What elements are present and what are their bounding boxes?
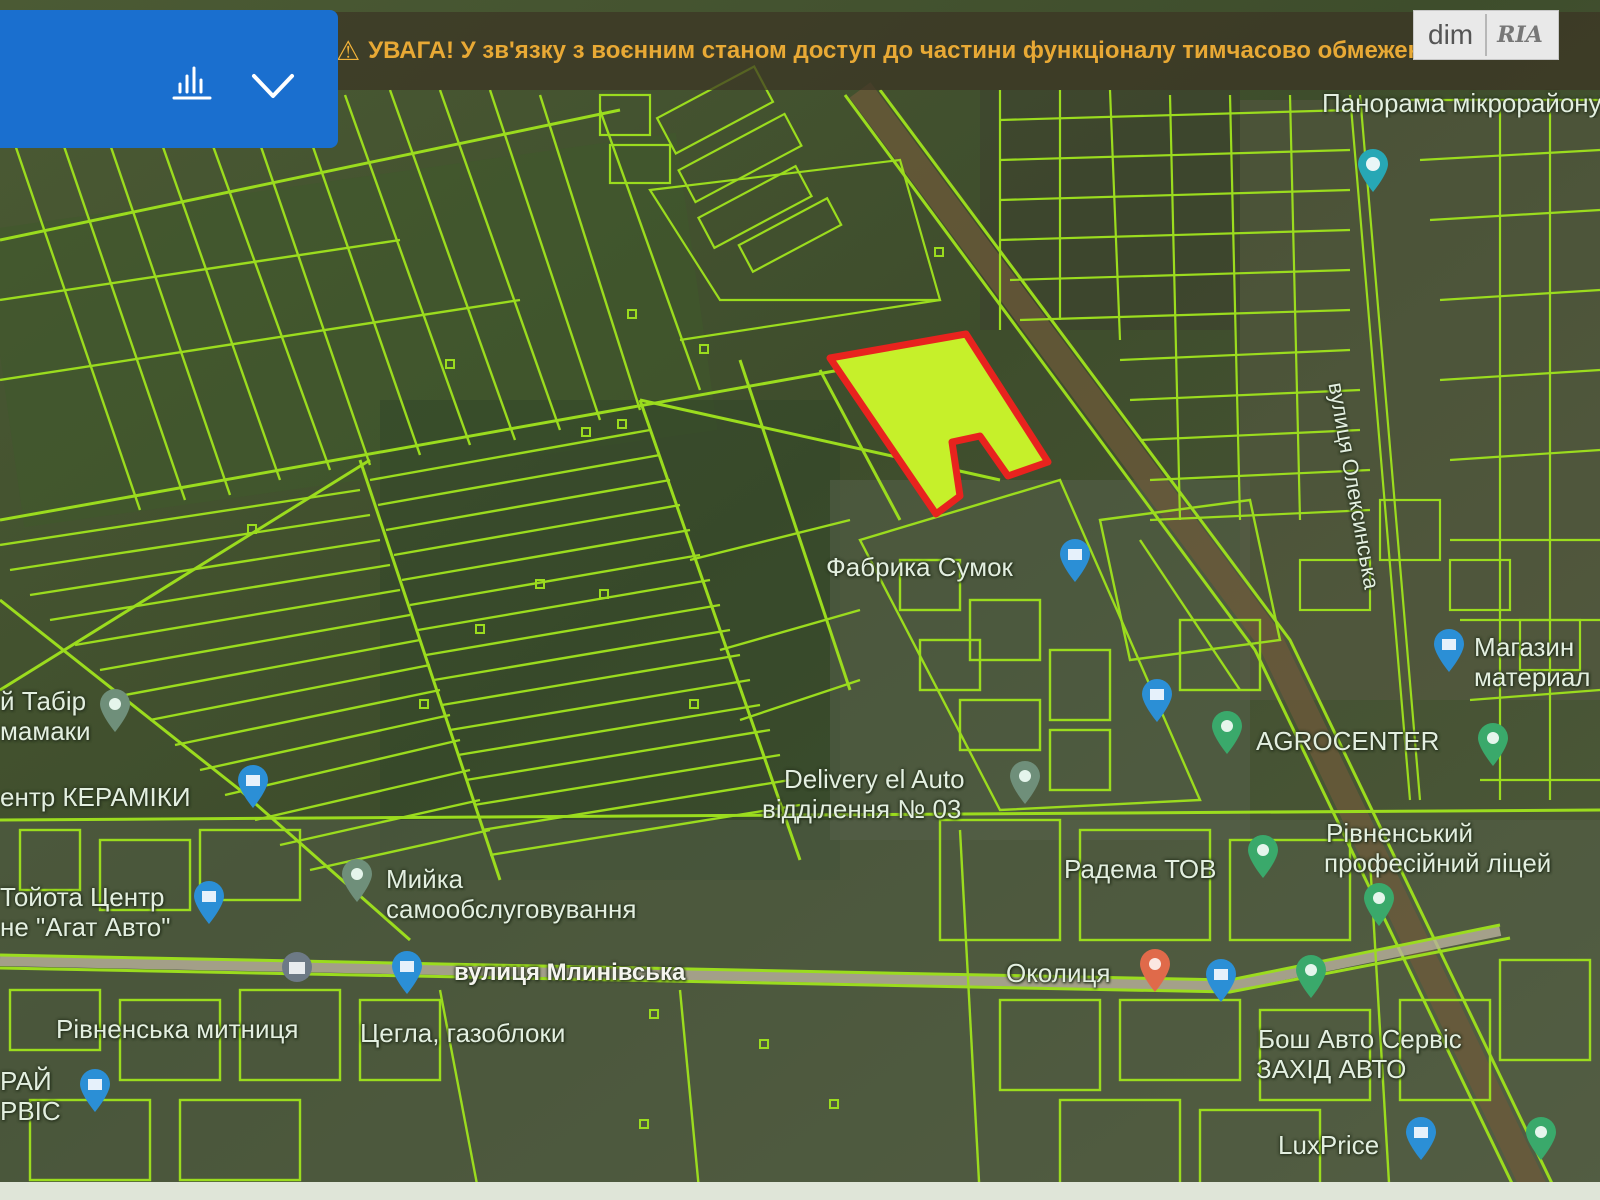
- shopping-bag-pin-icon[interactable]: [1058, 538, 1092, 584]
- label-myika-1: Мийка: [386, 864, 464, 894]
- label-keramiky: ентр КЕРАМІКИ: [0, 782, 191, 812]
- logo-divider: [1485, 14, 1488, 56]
- label-okolytsia: Околиця: [1006, 958, 1111, 988]
- label-agrocenter: AGROCENTER: [1256, 726, 1440, 756]
- shopping-bag-pin-icon[interactable]: [192, 880, 226, 926]
- label-magazyn: Магазин материал: [1474, 632, 1591, 692]
- logo-dim: dim: [1428, 19, 1474, 50]
- label-mytnytsia: Рівненська митниця: [56, 1014, 299, 1044]
- chevron-down-icon[interactable]: [250, 68, 296, 104]
- location-pin-icon[interactable]: [1008, 760, 1042, 806]
- landmark-pin-icon[interactable]: [280, 950, 314, 996]
- warning-triangle-icon: ⚠: [336, 35, 361, 66]
- location-pin-icon[interactable]: [1246, 834, 1280, 880]
- label-toyota-1: Тойота Центр: [0, 882, 165, 912]
- camera-pin-icon[interactable]: [1356, 148, 1390, 194]
- shopping-bag-pin-icon[interactable]: [1432, 628, 1466, 674]
- shopping-bag-pin-icon[interactable]: [236, 764, 270, 810]
- location-pin-icon[interactable]: [340, 858, 374, 904]
- warning-banner: ⚠ УВАГА! У зв'язку з воєнним станом дост…: [330, 12, 1600, 90]
- label-panorama: Панорама мікрорайону Північний: [1322, 88, 1600, 118]
- location-pin-icon[interactable]: [1210, 710, 1244, 756]
- map-tool-panel: [0, 10, 338, 148]
- warning-text: УВАГА! У зв'язку з воєнним станом доступ…: [368, 37, 1437, 64]
- label-myika-2: самообслуговування: [386, 894, 637, 924]
- label-radema: Радема ТОВ: [1064, 854, 1217, 884]
- label-delivery-1: Delivery el Auto: [784, 764, 965, 794]
- label-rai-1: РАЙ: [0, 1066, 52, 1096]
- shopping-bag-pin-icon[interactable]: [78, 1068, 112, 1114]
- location-pin-icon[interactable]: [98, 688, 132, 734]
- shopping-bag-pin-icon[interactable]: [1204, 958, 1238, 1004]
- location-pin-icon[interactable]: [1362, 882, 1396, 928]
- label-rai-2: РВІС: [0, 1096, 61, 1126]
- shopping-bag-pin-icon[interactable]: [1140, 678, 1174, 724]
- label-luxprice: LuxPrice: [1278, 1130, 1380, 1160]
- label-fabryka: Фабрика Сумок: [826, 552, 1013, 582]
- restaurant-pin-icon[interactable]: [1138, 948, 1172, 994]
- label-bosh-2: ЗАХІД АВТО: [1256, 1054, 1407, 1084]
- label-mlynivska-street: вулиця Млинівська: [454, 959, 686, 986]
- location-pin-icon[interactable]: [1476, 722, 1510, 768]
- label-mamaky: мамаки: [0, 716, 91, 746]
- label-delivery-2: відділення № 03: [762, 794, 962, 824]
- label-tsehla: Цегла, газоблоки: [360, 1018, 566, 1048]
- label-rivne-prof-1: Рівненський: [1326, 818, 1474, 848]
- label-toyota-2: не "Агат Авто": [0, 912, 171, 942]
- bar-chart-icon[interactable]: [168, 62, 216, 108]
- label-bosh-1: Бош Авто Сервіс: [1258, 1024, 1462, 1054]
- shopping-bag-pin-icon[interactable]: [390, 950, 424, 996]
- location-pin-icon[interactable]: [1294, 954, 1328, 1000]
- label-tabir: й Табір: [0, 686, 87, 716]
- dim-ria-watermark: dim RIA: [1413, 10, 1559, 60]
- location-pin-icon[interactable]: [1524, 1116, 1558, 1162]
- logo-ria: RIA: [1497, 22, 1543, 48]
- label-rivne-prof-2: професійний ліцей: [1324, 848, 1552, 878]
- shopping-bag-pin-icon[interactable]: [1404, 1116, 1438, 1162]
